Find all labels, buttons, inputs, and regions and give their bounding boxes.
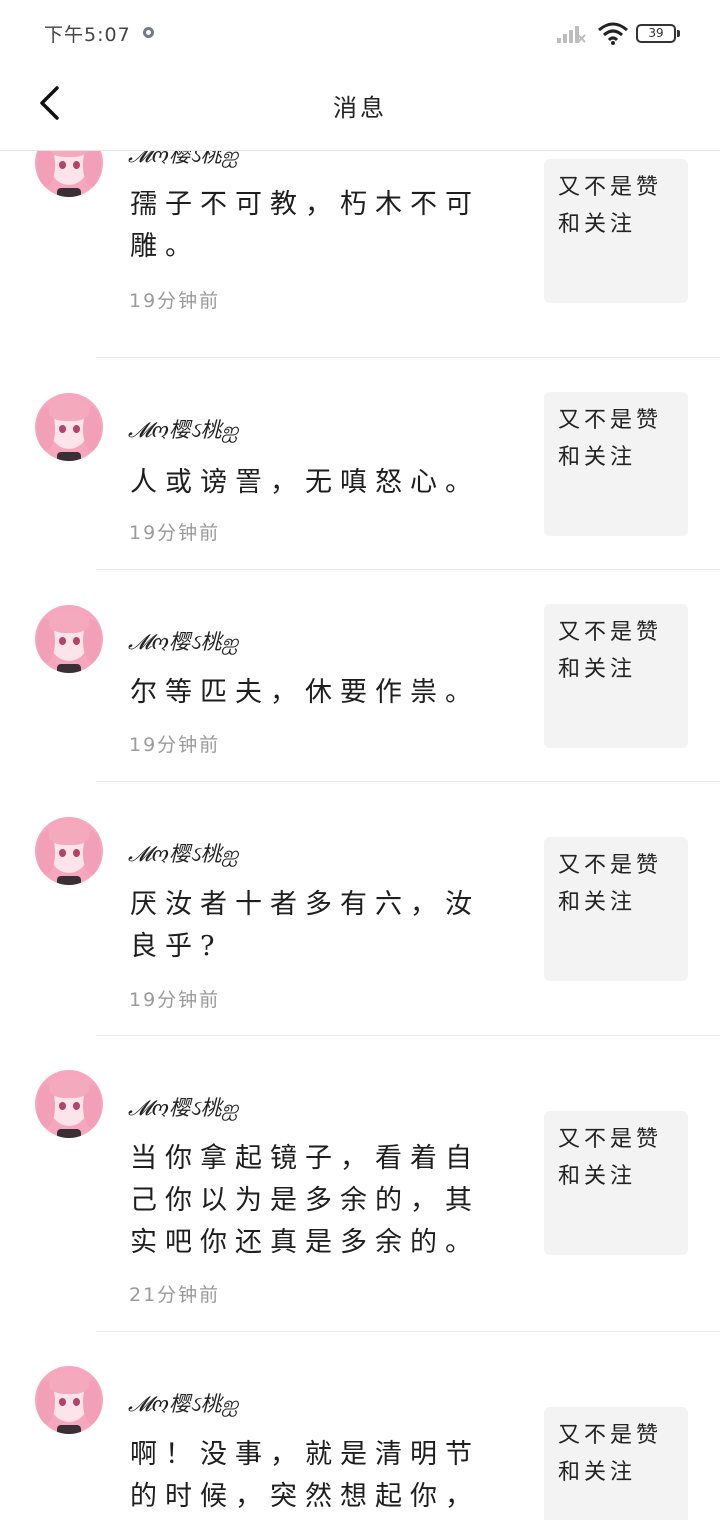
original-post-preview[interactable]: 又不是赞和关注 — [544, 1111, 688, 1255]
comment-text: 孺子不可教，朽木不可雕。 — [130, 189, 480, 262]
top-bar: 消息 — [0, 68, 720, 151]
status-bar: 下午5:07 39 — [0, 0, 720, 68]
original-post-preview[interactable]: 又不是赞和关注 — [544, 159, 688, 303]
battery-icon: 39 — [636, 24, 680, 43]
timestamp: 19分钟前 — [129, 522, 221, 544]
comment-text: 厌汝者十者多有六，汝良乎? — [130, 889, 480, 962]
original-post-preview[interactable]: 又不是赞和关注 — [544, 392, 688, 536]
message-list[interactable]: 𝓜ო樱ઽ桃ஐ 孺子不可教，朽木不可雕。 19分钟前 又不是赞和关注 𝓜ო樱ઽ桃ஐ… — [0, 151, 720, 1520]
message-item[interactable]: 𝓜ო樱ઽ桃ஐ 厌汝者十者多有六，汝良乎? 19分钟前 又不是赞和关注 — [0, 782, 720, 1036]
timestamp: 19分钟前 — [129, 989, 221, 1011]
username[interactable]: 𝓜ო樱ઽ桃ஐ — [128, 1388, 238, 1419]
notification-icon — [143, 27, 154, 38]
comment-text: 啊！没事，就是清明节的时候，突然想起你，为什 — [130, 1439, 480, 1512]
timestamp: 21分钟前 — [129, 1284, 221, 1306]
username[interactable]: 𝓜ო樱ઽ桃ஐ — [128, 838, 238, 869]
original-post-preview[interactable]: 又不是赞和关注 — [544, 837, 688, 981]
avatar[interactable] — [35, 1070, 103, 1138]
status-time: 下午5:07 — [44, 24, 131, 46]
username[interactable]: 𝓜ო樱ઽ桃ஐ — [128, 414, 238, 445]
message-item[interactable]: 𝓜ო樱ઽ桃ஐ 人或谤詈，无嗔怒心。 19分钟前 又不是赞和关注 — [0, 358, 720, 570]
message-item[interactable]: 𝓜ო樱ઽ桃ஐ 尔等匹夫，休要作祟。 19分钟前 又不是赞和关注 — [0, 570, 720, 782]
username[interactable]: 𝓜ო樱ઽ桃ஐ — [128, 626, 238, 657]
comment-text: 当你拿起镜子，看着自己你以为是多余的，其实吧你还真是多余的。 — [130, 1143, 480, 1258]
page-title: 消息 — [333, 94, 387, 122]
message-item[interactable]: 𝓜ო樱ઽ桃ஐ 孺子不可教，朽木不可雕。 19分钟前 又不是赞和关注 — [0, 151, 720, 358]
username[interactable]: 𝓜ო樱ઽ桃ஐ — [128, 151, 238, 170]
original-post-preview[interactable]: 又不是赞和关注 — [544, 604, 688, 748]
original-post-preview[interactable]: 又不是赞和关注 — [544, 1407, 688, 1520]
signal-icon — [557, 26, 586, 43]
avatar[interactable] — [35, 393, 103, 461]
comment-text: 人或谤詈，无嗔怒心。 — [130, 467, 480, 498]
timestamp: 19分钟前 — [129, 290, 221, 312]
message-item[interactable]: 𝓜ო樱ઽ桃ஐ 当你拿起镜子，看着自己你以为是多余的，其实吧你还真是多余的。 21… — [0, 1036, 720, 1332]
wifi-icon — [598, 22, 628, 45]
username[interactable]: 𝓜ო樱ઽ桃ஐ — [128, 1092, 238, 1123]
message-item[interactable]: 𝓜ო樱ઽ桃ஐ 啊！没事，就是清明节的时候，突然想起你，为什 又不是赞和关注 — [0, 1332, 720, 1520]
avatar[interactable] — [35, 151, 103, 197]
avatar[interactable] — [35, 817, 103, 885]
comment-text: 尔等匹夫，休要作祟。 — [130, 677, 480, 708]
avatar[interactable] — [35, 1366, 103, 1434]
avatar[interactable] — [35, 605, 103, 673]
timestamp: 19分钟前 — [129, 734, 221, 756]
